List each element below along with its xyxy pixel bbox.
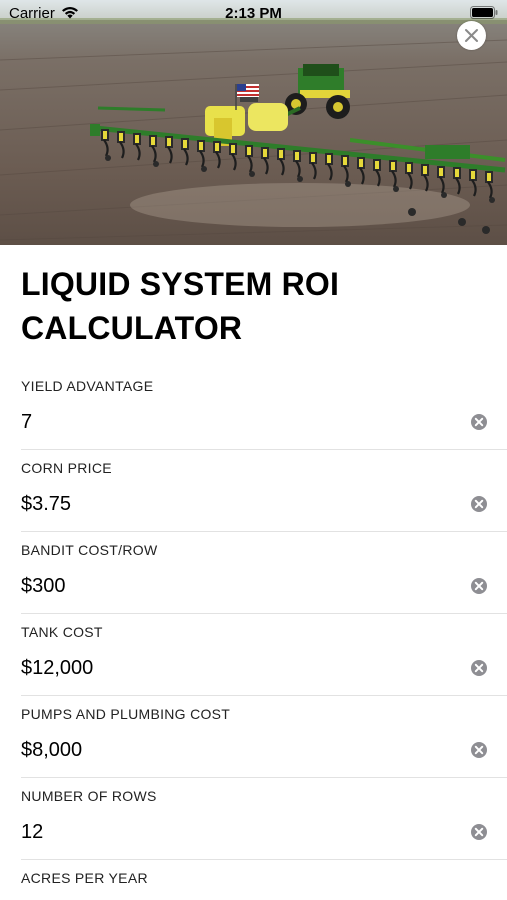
- planter-tractor-photo: [0, 0, 507, 245]
- status-time: 2:13 PM: [225, 5, 282, 22]
- yield-advantage-input[interactable]: [21, 408, 441, 436]
- field-corn-price: CORN PRICE: [0, 450, 507, 532]
- close-button[interactable]: [457, 21, 486, 50]
- hero-image: [0, 0, 507, 245]
- field-label: PUMPS AND PLUMBING COST: [21, 706, 231, 722]
- calculator-screen: Carrier 2:13 PM LIQUID SYSTEM ROI CALCUL…: [0, 0, 507, 900]
- battery-icon: [470, 6, 498, 19]
- number-of-rows-input[interactable]: [21, 818, 441, 846]
- bandit-cost-row-input[interactable]: [21, 572, 441, 600]
- field-tank-cost: TANK COST: [0, 614, 507, 696]
- clear-icon[interactable]: [470, 495, 488, 513]
- clear-icon[interactable]: [470, 413, 488, 431]
- field-pumps-plumbing-cost: PUMPS AND PLUMBING COST: [0, 696, 507, 778]
- field-label: TANK COST: [21, 624, 103, 640]
- field-label: BANDIT COST/ROW: [21, 542, 158, 558]
- roi-form: YIELD ADVANTAGE CORN PRICE BANDIT COST/R…: [0, 368, 507, 900]
- clear-icon[interactable]: [470, 577, 488, 595]
- corn-price-input[interactable]: [21, 490, 441, 518]
- field-yield-advantage: YIELD ADVANTAGE: [0, 368, 507, 450]
- clear-icon[interactable]: [470, 659, 488, 677]
- status-bar: Carrier 2:13 PM: [0, 0, 507, 26]
- page-title: LIQUID SYSTEM ROI CALCULATOR: [21, 266, 340, 346]
- field-bandit-cost-row: BANDIT COST/ROW: [0, 532, 507, 614]
- tank-cost-input[interactable]: [21, 654, 441, 682]
- field-label: CORN PRICE: [21, 460, 112, 476]
- field-label: ACRES PER YEAR: [21, 870, 148, 886]
- clear-icon[interactable]: [470, 823, 488, 841]
- field-label: YIELD ADVANTAGE: [21, 378, 154, 394]
- field-number-of-rows: NUMBER OF ROWS: [0, 778, 507, 860]
- field-acres-per-year: ACRES PER YEAR: [0, 860, 507, 900]
- pumps-plumbing-cost-input[interactable]: [21, 736, 441, 764]
- clear-icon[interactable]: [470, 741, 488, 759]
- close-icon: [465, 29, 478, 42]
- field-label: NUMBER OF ROWS: [21, 788, 157, 804]
